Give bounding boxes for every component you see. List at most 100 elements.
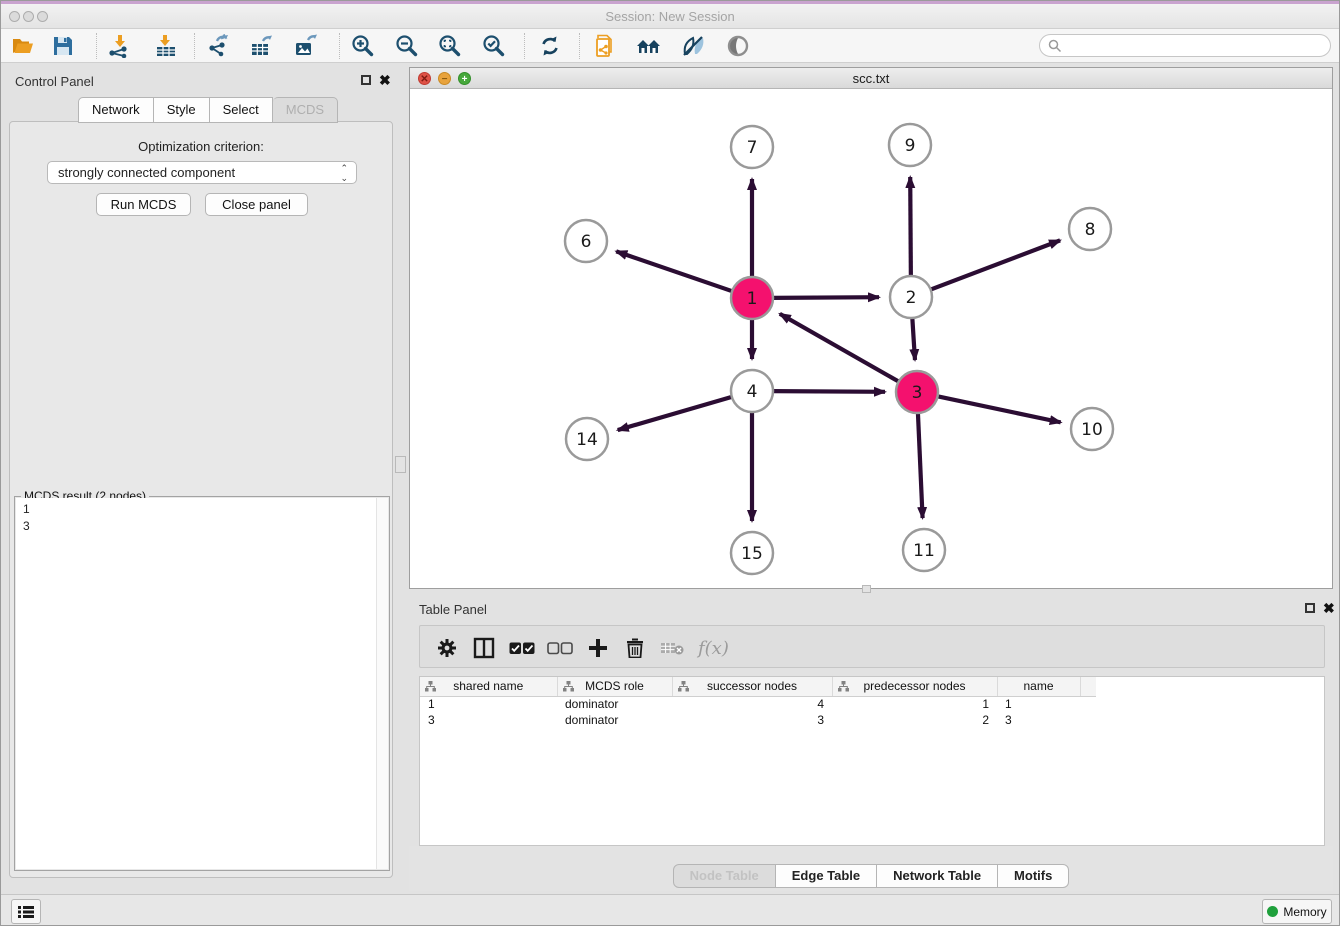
export-network-icon	[207, 34, 231, 58]
open-session-button[interactable]	[10, 33, 36, 59]
show-hide-button[interactable]	[725, 33, 751, 59]
mcds-result-text[interactable]: 1 3	[16, 498, 376, 869]
edge-2-9[interactable]	[910, 177, 911, 276]
edge-1-6[interactable]	[616, 251, 732, 291]
toolbar-separator	[579, 33, 580, 59]
table-panel-float-button[interactable]	[1305, 603, 1315, 613]
delete-table-button[interactable]	[658, 634, 686, 662]
node-table: shared nameMCDS rolesuccessor nodesprede…	[420, 677, 1096, 728]
graph-node-1[interactable]: 1	[731, 277, 773, 319]
close-panel-button[interactable]: Close panel	[205, 193, 308, 216]
table-settings-button[interactable]	[433, 634, 461, 662]
function-icon: f(x)	[694, 636, 732, 660]
tab-node-table[interactable]: Node Table	[673, 864, 776, 888]
zoom-fit-button[interactable]	[437, 33, 463, 59]
apply-style-button[interactable]	[680, 33, 706, 59]
table-row[interactable]: 3dominator323	[420, 712, 1096, 728]
table-cell[interactable]: 3	[997, 712, 1080, 728]
zoom-in-button[interactable]	[350, 33, 376, 59]
graph-node-3[interactable]: 3	[896, 371, 938, 413]
import-network-button[interactable]	[106, 33, 132, 59]
table-cell[interactable]: 1	[832, 696, 997, 712]
table-cell[interactable]: 4	[672, 696, 832, 712]
select-all-button[interactable]	[508, 634, 536, 662]
table-cell[interactable]: 3	[672, 712, 832, 728]
graph-node-10[interactable]: 10	[1071, 408, 1113, 450]
node-label: 1	[747, 289, 758, 309]
import-table-button[interactable]	[153, 33, 179, 59]
refresh-layout-button[interactable]	[537, 33, 563, 59]
edge-1-2[interactable]	[773, 297, 879, 298]
edge-2-3[interactable]	[912, 318, 915, 360]
add-row-button[interactable]	[584, 634, 612, 662]
tab-network-table[interactable]: Network Table	[877, 864, 998, 888]
edge-3-11[interactable]	[918, 413, 923, 518]
search-input[interactable]	[1066, 36, 1326, 55]
open-session-icon	[11, 34, 35, 58]
zoom-out-button[interactable]	[394, 33, 420, 59]
control-panel-float-button[interactable]	[361, 75, 371, 85]
optimization-criterion-select[interactable]: strongly connected component ⌃⌄	[47, 161, 357, 184]
home-button[interactable]	[636, 33, 662, 59]
graph-node-9[interactable]: 9	[889, 124, 931, 166]
memory-button[interactable]: Memory	[1262, 899, 1332, 924]
edge-2-8[interactable]	[931, 240, 1060, 289]
edge-3-1[interactable]	[780, 314, 899, 382]
export-image-button[interactable]	[293, 33, 319, 59]
graph-node-11[interactable]: 11	[903, 529, 945, 571]
network-from-selection-button[interactable]	[593, 33, 619, 59]
export-image-icon	[294, 34, 318, 58]
delete-row-button[interactable]	[621, 634, 649, 662]
graph-node-4[interactable]: 4	[731, 370, 773, 412]
export-table-button[interactable]	[249, 33, 275, 59]
table-cell[interactable]: dominator	[557, 696, 672, 712]
table-panel-bottombar: Node TableEdge TableNetwork TableMotifs	[409, 846, 1333, 891]
tab-motifs[interactable]: Motifs	[998, 864, 1069, 888]
column-header-predecessor-nodes[interactable]: predecessor nodes	[832, 677, 997, 696]
table-row[interactable]: 1dominator411	[420, 696, 1096, 712]
edge-4-3[interactable]	[773, 391, 885, 392]
edge-3-10[interactable]	[938, 396, 1061, 422]
column-header-MCDS-role[interactable]: MCDS role	[557, 677, 672, 696]
column-header-name[interactable]: name	[997, 677, 1080, 696]
main-toolbar	[1, 29, 1339, 63]
table-cell[interactable]: 1	[420, 696, 557, 712]
task-history-button[interactable]	[11, 899, 41, 924]
graph-node-14[interactable]: 14	[566, 418, 608, 460]
table-cell[interactable]: 2	[832, 712, 997, 728]
graph-node-2[interactable]: 2	[890, 276, 932, 318]
column-header-shared-name[interactable]: shared name	[420, 677, 557, 696]
control-panel-close-button[interactable]: ✖	[379, 72, 391, 88]
graph-node-8[interactable]: 8	[1069, 208, 1111, 250]
application-window: Session: New Session	[0, 0, 1340, 926]
zoom-selected-button[interactable]	[481, 33, 507, 59]
run-mcds-button[interactable]: Run MCDS	[96, 193, 191, 216]
tab-mcds[interactable]: MCDS	[273, 97, 338, 123]
apply-style-icon	[681, 35, 705, 57]
mcds-result-scrollbar[interactable]	[376, 498, 388, 869]
graph-node-15[interactable]: 15	[731, 532, 773, 574]
table-cell[interactable]: 3	[420, 712, 557, 728]
deselect-all-button[interactable]	[546, 634, 574, 662]
bottom-splitter-grip[interactable]	[862, 585, 871, 593]
network-canvas-svg[interactable]: 7 9 6 8 1 2 4 3 14 10 15 11	[410, 89, 1332, 588]
export-network-button[interactable]	[206, 33, 232, 59]
graph-node-6[interactable]: 6	[565, 220, 607, 262]
left-splitter-grip[interactable]	[395, 456, 406, 473]
column-header-successor-nodes[interactable]: successor nodes	[672, 677, 832, 696]
tab-style[interactable]: Style	[154, 97, 210, 123]
network-window-titlebar: ✕ − + scc.txt	[410, 68, 1332, 89]
apply-function-button[interactable]: f(x)	[694, 634, 732, 662]
edge-4-14[interactable]	[618, 397, 732, 430]
toolbar-separator	[339, 33, 340, 59]
tab-edge-table[interactable]: Edge Table	[776, 864, 877, 888]
graph-node-7[interactable]: 7	[731, 126, 773, 168]
tab-select[interactable]: Select	[210, 97, 273, 123]
table-cell[interactable]: dominator	[557, 712, 672, 728]
save-session-button[interactable]	[50, 33, 76, 59]
table-cell[interactable]: 1	[997, 696, 1080, 712]
tab-network[interactable]: Network	[78, 97, 154, 123]
column-visibility-button[interactable]	[470, 634, 498, 662]
table-panel-close-button[interactable]: ✖	[1323, 600, 1335, 616]
toolbar-separator	[524, 33, 525, 59]
